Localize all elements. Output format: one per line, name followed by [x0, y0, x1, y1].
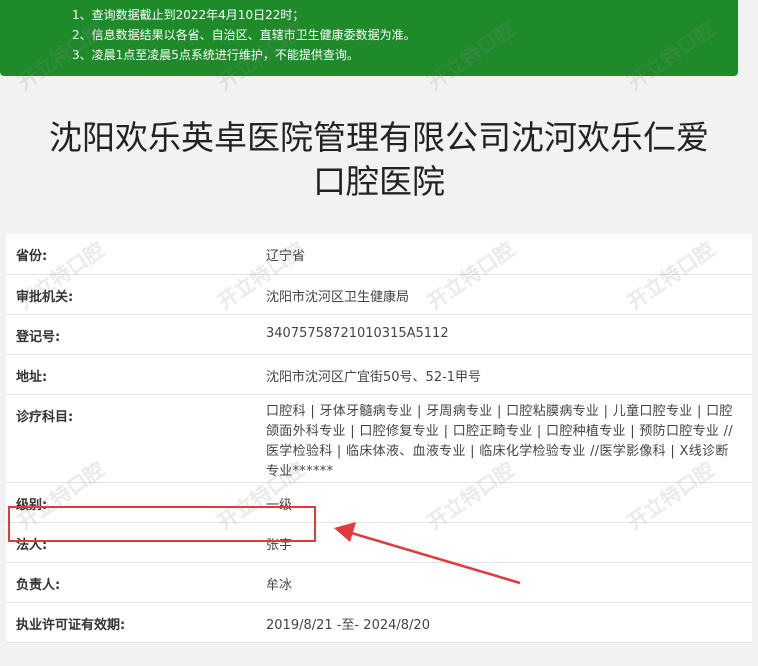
notice-line-1: 1、查询数据截止到2022年4月10日22时；: [72, 8, 305, 22]
row-value: 口腔科 | 牙体牙髓病专业 | 牙周病专业 | 口腔粘膜病专业 | 儿童口腔专业…: [254, 394, 752, 483]
table-row-address: 地址: 沈阳市沈河区广宜街50号、52-1甲号: [6, 354, 752, 395]
table-row-approval-authority: 审批机关: 沈阳市沈河区卫生健康局: [6, 274, 752, 315]
hospital-info-table: 省份: 辽宁省 审批机关: 沈阳市沈河区卫生健康局 登记号: 340757587…: [6, 234, 752, 643]
notice-line-2: 2、信息数据结果以各省、自治区、直辖市卫生健康委数据为准。: [72, 28, 416, 42]
row-value: 一级: [254, 482, 752, 523]
table-row-province: 省份: 辽宁省: [6, 234, 752, 275]
row-label: 级别:: [6, 482, 254, 523]
row-label: 地址:: [6, 354, 254, 395]
row-value: 沈阳市沈河区广宜街50号、52-1甲号: [254, 354, 752, 395]
notice-banner: 1、查询数据截止到2022年4月10日22时； 2、信息数据结果以各省、自治区、…: [0, 0, 738, 76]
row-label: 审批机关:: [6, 274, 254, 315]
row-value: 沈阳市沈河区卫生健康局: [254, 274, 752, 315]
page-title: 沈阳欢乐英卓医院管理有限公司沈河欢乐仁爱 口腔医院: [0, 116, 758, 204]
page-title-line-1: 沈阳欢乐英卓医院管理有限公司沈河欢乐仁爱: [49, 118, 709, 157]
row-value: 牟冰: [254, 562, 752, 603]
page-title-line-2: 口腔医院: [313, 162, 445, 201]
row-value: 2019/8/21 -至- 2024/8/20: [254, 602, 752, 643]
table-row-legal-person: 法人: 张宇: [6, 522, 752, 563]
table-row-level: 级别: 一级: [6, 482, 752, 523]
row-label: 省份:: [6, 234, 254, 275]
table-row-person-in-charge: 负责人: 牟冰: [6, 562, 752, 603]
notice-line-3: 3、凌晨1点至凌晨5点系统进行维护，不能提供查询。: [72, 48, 359, 62]
table-row-departments: 诊疗科目: 口腔科 | 牙体牙髓病专业 | 牙周病专业 | 口腔粘膜病专业 | …: [6, 394, 752, 483]
row-label: 法人:: [6, 522, 254, 563]
row-label: 诊疗科目:: [6, 394, 254, 483]
row-label: 登记号:: [6, 314, 254, 355]
row-value: 辽宁省: [254, 234, 752, 275]
row-value: 34075758721010315A5112: [254, 314, 752, 355]
row-label: 执业许可证有效期:: [6, 602, 254, 643]
table-row-registration-number: 登记号: 34075758721010315A5112: [6, 314, 752, 355]
row-value: 张宇: [254, 522, 752, 563]
row-label: 负责人:: [6, 562, 254, 603]
table-row-license-validity: 执业许可证有效期: 2019/8/21 -至- 2024/8/20: [6, 602, 752, 643]
